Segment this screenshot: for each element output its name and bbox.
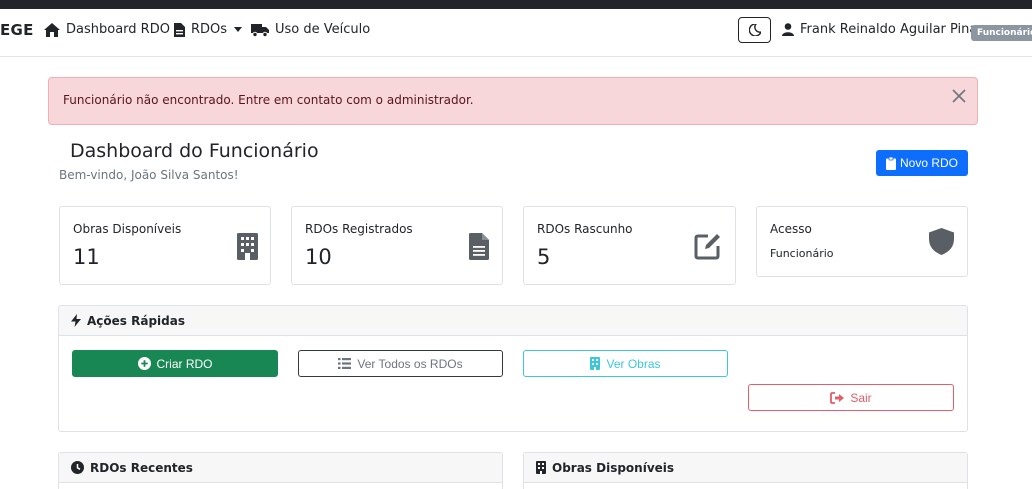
view-works-label: Ver Obras: [606, 356, 661, 371]
access-level-value: Funcionário: [770, 247, 834, 260]
moon-icon: [748, 24, 761, 36]
edit-icon: [694, 234, 720, 260]
brand-logo[interactable]: EGE: [0, 21, 34, 39]
file-text-icon: [469, 233, 489, 260]
shield-icon: [929, 228, 954, 255]
role-badge: Funcionário: [971, 25, 1032, 41]
building-icon: [590, 357, 601, 370]
welcome-message: Bem-vindo, João Silva Santos!: [59, 168, 239, 182]
nav-uso-veiculo-label: Uso de Veículo: [275, 22, 371, 37]
list-icon: [338, 358, 352, 369]
clock-icon: [71, 461, 84, 474]
available-works-panel: Obras Disponíveis: [523, 452, 968, 489]
create-rdo-label: Criar RDO: [156, 356, 213, 371]
nav-uso-veiculo[interactable]: Uso de Veículo: [251, 22, 370, 37]
navbar: EGE Dashboard RDO RDOs Uso de Veículo Fr…: [0, 9, 1032, 57]
chevron-down-icon: [234, 27, 243, 32]
theme-toggle-button[interactable]: [738, 17, 771, 43]
nav-dashboard-rdo-label: Dashboard RDO: [66, 22, 170, 37]
stat-value: 5: [537, 245, 551, 269]
stat-label: Obras Disponíveis: [73, 222, 182, 236]
logout-label: Sair: [850, 390, 872, 405]
recent-rdos-header: RDOs Recentes: [59, 453, 502, 483]
stat-card-obras: Obras Disponíveis 11: [59, 206, 271, 285]
new-rdo-button[interactable]: Novo RDO: [876, 150, 968, 176]
new-rdo-label: Novo RDO: [899, 156, 958, 170]
alert-message: Funcionário não encontrado. Entre em con…: [63, 93, 474, 107]
stat-label: RDOs Registrados: [305, 222, 413, 236]
document-icon: [174, 22, 185, 37]
logout-button[interactable]: Sair: [748, 384, 954, 411]
stat-label: Acesso: [770, 222, 812, 236]
stat-value: 11: [73, 245, 100, 269]
stat-card-rdos-rascunho: RDOs Rascunho 5: [523, 206, 736, 285]
home-icon: [44, 22, 60, 37]
error-alert: Funcionário não encontrado. Entre em con…: [48, 77, 978, 125]
user-menu[interactable]: Frank Reinaldo Aguilar Pina: [782, 22, 977, 37]
nav-rdos-dropdown[interactable]: RDOs: [174, 22, 243, 37]
building-icon: [536, 461, 546, 474]
nav-rdos-label: RDOs: [191, 22, 228, 37]
quick-actions-header: Ações Rápidas: [59, 306, 967, 336]
create-rdo-button[interactable]: Criar RDO: [72, 350, 278, 377]
truck-icon: [251, 23, 269, 37]
user-name: Frank Reinaldo Aguilar Pina: [800, 22, 978, 37]
sign-out-icon: [830, 391, 845, 404]
recent-rdos-panel: RDOs Recentes: [58, 452, 503, 489]
browser-top-strip: [0, 0, 1032, 9]
view-all-rdos-label: Ver Todos os RDOs: [357, 356, 463, 371]
available-works-header: Obras Disponíveis: [524, 453, 967, 483]
stat-label: RDOs Rascunho: [537, 222, 633, 236]
clipboard-icon: [885, 156, 896, 170]
close-icon[interactable]: [951, 88, 967, 104]
view-works-button[interactable]: Ver Obras: [523, 350, 728, 377]
recent-rdos-title: RDOs Recentes: [90, 460, 193, 475]
nav-dashboard-rdo[interactable]: Dashboard RDO: [44, 22, 170, 37]
page-title: Dashboard do Funcionário: [70, 140, 319, 162]
plus-circle-icon: [137, 357, 151, 370]
stat-card-acesso: Acesso Funcionário: [756, 206, 968, 277]
quick-actions-title: Ações Rápidas: [87, 313, 185, 328]
stat-value: 10: [305, 245, 332, 269]
stat-card-rdos-registrados: RDOs Registrados 10: [291, 206, 503, 285]
user-icon: [782, 23, 794, 36]
view-all-rdos-button[interactable]: Ver Todos os RDOs: [298, 350, 503, 377]
bolt-icon: [71, 314, 81, 327]
building-icon: [237, 233, 258, 260]
available-works-title: Obras Disponíveis: [552, 460, 675, 475]
